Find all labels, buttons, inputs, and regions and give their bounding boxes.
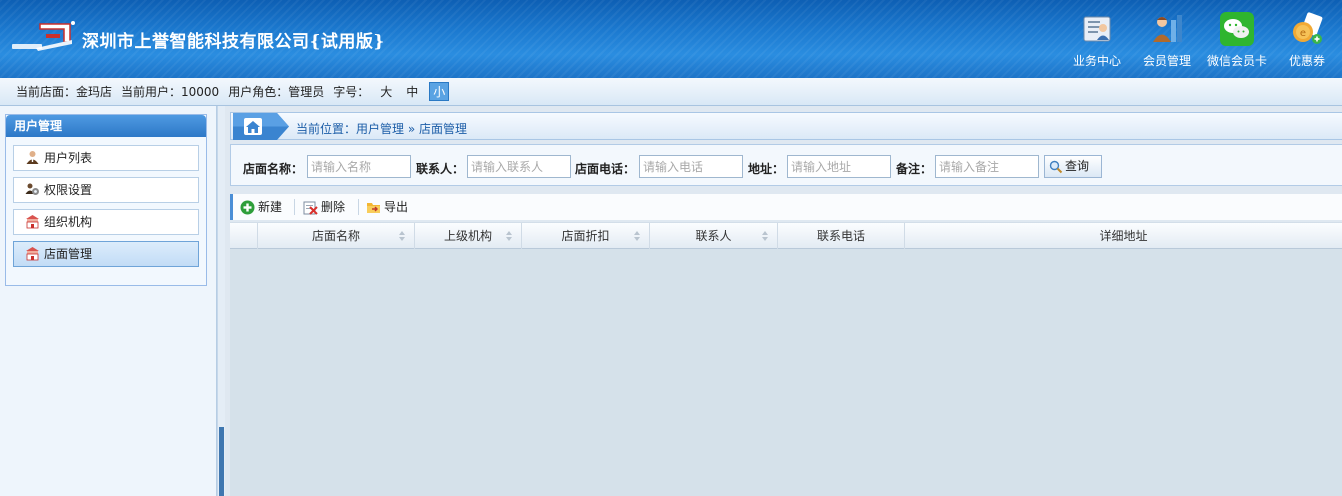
organization-icon [26, 215, 39, 229]
store-name-label: 店面名称： [243, 162, 304, 176]
column-detail-address-label: 详细地址 [1099, 229, 1148, 243]
contact-label: 联系人： [416, 162, 465, 176]
store-name-input[interactable] [307, 155, 411, 178]
sidebar-title: 用户管理 [6, 115, 206, 137]
coupon-icon: e [1293, 12, 1323, 44]
remark-label: 备注： [896, 162, 933, 176]
store-icon [26, 247, 39, 261]
store-table: 店面名称 上级机构 店面折扣 联系人 联系电话 详细地址 [230, 222, 1342, 496]
business-center-icon [1083, 16, 1111, 42]
column-detail-address[interactable]: 详细地址 [905, 223, 1342, 249]
table-header: 店面名称 上级机构 店面折扣 联系人 联系电话 详细地址 [230, 222, 1342, 249]
main-content: 当前位置：用户管理 » 店面管理 店面名称： 联系人： 店面电话： 地址： 备注… [230, 112, 1342, 496]
sidebar-item-permissions[interactable]: 权限设置 [13, 177, 199, 203]
company-title: 深圳市上誉智能科技有限公司{试用版} [82, 32, 385, 52]
font-size-label: 字号： [333, 85, 370, 99]
wechat-icon [1220, 12, 1254, 46]
nav-business-center[interactable]: 业务中心 [1062, 10, 1132, 70]
breadcrumb-text: 当前位置：用户管理 » 店面管理 [296, 122, 467, 136]
nav-wechat-member-card-label: 微信会员卡 [1206, 54, 1267, 68]
column-contact-phone[interactable]: 联系电话 [778, 223, 905, 249]
sidebar-item-user-list[interactable]: 用户列表 [13, 145, 199, 171]
nav-wechat-member-card[interactable]: 微信会员卡 [1202, 10, 1272, 70]
remark-input[interactable] [935, 155, 1039, 178]
nav-member-management-label: 会员管理 [1142, 54, 1191, 68]
sidebar-item-store-management-label: 店面管理 [44, 247, 93, 261]
sidebar-item-organization[interactable]: 组织机构 [13, 209, 199, 235]
search-icon [1049, 160, 1063, 174]
permissions-icon [25, 183, 39, 195]
status-bar: 当前店面：金玛店 当前用户：10000 用户角色：管理员 字号： 大 中 小 [0, 78, 1342, 106]
row-number-column [230, 223, 258, 249]
nav-coupons-label: 优惠券 [1288, 54, 1325, 68]
font-size-medium[interactable]: 中 [403, 83, 421, 100]
nav-business-center-label: 业务中心 [1072, 54, 1121, 68]
user-role: 用户角色：管理员 [228, 85, 325, 99]
breadcrumb: 当前位置：用户管理 » 店面管理 [230, 112, 1342, 140]
new-button-label: 新建 [258, 200, 283, 214]
sidebar-item-organization-label: 组织机构 [44, 215, 93, 229]
user-icon [26, 151, 39, 164]
company-logo [12, 21, 75, 51]
delete-button-label: 删除 [321, 200, 346, 214]
column-store-discount-label: 店面折扣 [561, 229, 610, 243]
collapse-handle[interactable] [219, 427, 224, 496]
column-store-discount[interactable]: 店面折扣 [522, 223, 650, 249]
current-user: 当前用户：10000 [121, 85, 220, 99]
current-store: 当前店面：金玛店 [16, 85, 113, 99]
sidebar-item-user-list-label: 用户列表 [44, 151, 93, 165]
sidebar-item-store-management[interactable]: 店面管理 [13, 241, 199, 267]
export-button[interactable]: 导出 [366, 197, 408, 217]
add-icon [240, 200, 255, 215]
member-management-icon [1153, 15, 1182, 42]
delete-button[interactable]: 删除 [303, 197, 345, 217]
sort-icon [506, 231, 513, 241]
sidebar-splitter[interactable] [217, 106, 225, 496]
home-icon[interactable] [233, 113, 291, 140]
sort-icon [634, 231, 641, 241]
app-header: 深圳市上誉智能科技有限公司{试用版} 业务中心 会员管理 微信会员卡 e 优惠券 [0, 0, 1342, 78]
column-contact-label: 联系人 [695, 229, 732, 243]
address-label: 地址： [748, 162, 785, 176]
column-contact-phone-label: 联系电话 [816, 229, 865, 243]
store-phone-input[interactable] [639, 155, 743, 178]
store-phone-label: 店面电话： [575, 162, 636, 176]
svg-text:e: e [1300, 28, 1306, 39]
action-toolbar: 新建 删除 导出 [230, 194, 1342, 220]
query-button-label: 查询 [1065, 159, 1090, 173]
sidebar: 用户管理 用户列表 权限设置 组织机构 店面管理 [0, 106, 217, 496]
sort-icon [762, 231, 769, 241]
query-button[interactable]: 查询 [1044, 155, 1102, 178]
top-nav: 业务中心 会员管理 微信会员卡 e 优惠券 [1062, 10, 1342, 70]
new-button[interactable]: 新建 [240, 197, 282, 217]
sidebar-item-permissions-label: 权限设置 [44, 183, 93, 197]
folder-export-icon [367, 203, 380, 213]
nav-member-management[interactable]: 会员管理 [1132, 10, 1202, 70]
toolbar-divider [358, 199, 359, 215]
column-store-name[interactable]: 店面名称 [258, 223, 415, 249]
contact-input[interactable] [467, 155, 571, 178]
delete-icon [303, 201, 318, 215]
column-parent-org[interactable]: 上级机构 [415, 223, 522, 249]
export-button-label: 导出 [384, 200, 409, 214]
nav-coupons[interactable]: e 优惠券 [1272, 10, 1342, 70]
column-contact[interactable]: 联系人 [650, 223, 778, 249]
font-size-small[interactable]: 小 [429, 82, 450, 101]
address-input[interactable] [787, 155, 891, 178]
font-size-large[interactable]: 大 [377, 83, 395, 100]
column-store-name-label: 店面名称 [311, 229, 360, 243]
toolbar-divider [294, 199, 295, 215]
column-parent-org-label: 上级机构 [443, 229, 492, 243]
search-form: 店面名称： 联系人： 店面电话： 地址： 备注： 查询 [230, 144, 1342, 186]
sidebar-panel: 用户管理 用户列表 权限设置 组织机构 店面管理 [5, 114, 207, 286]
sort-icon [399, 231, 406, 241]
